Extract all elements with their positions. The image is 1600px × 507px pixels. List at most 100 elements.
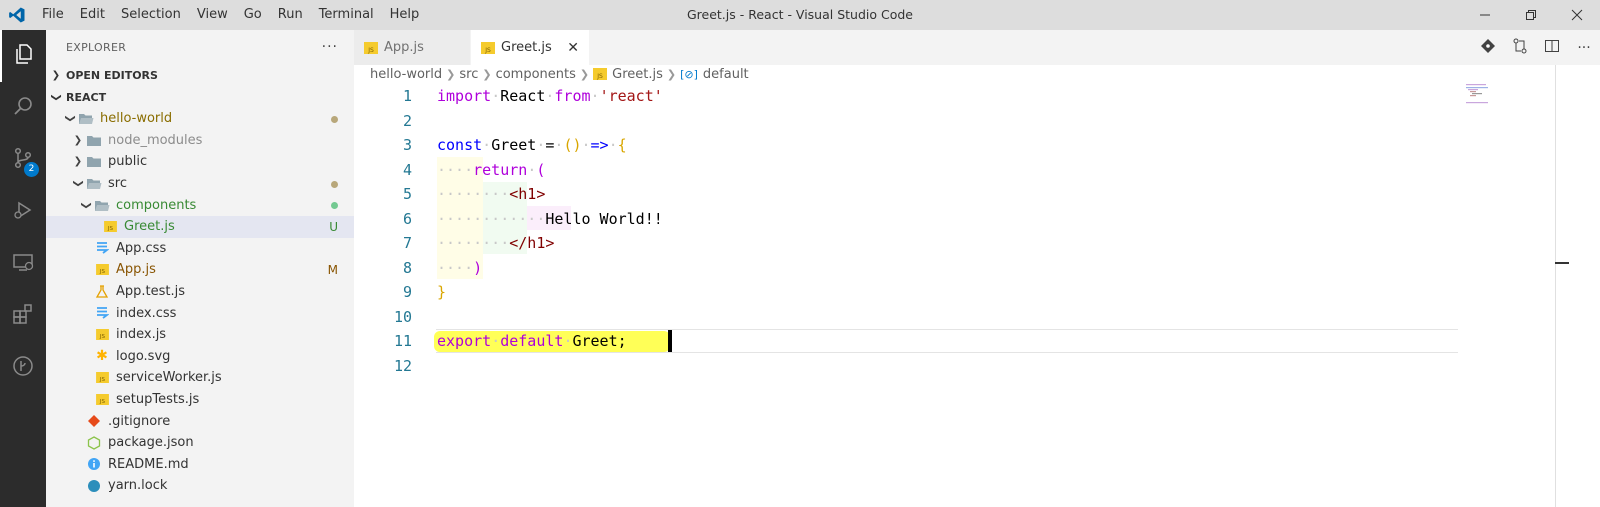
chevron-right-icon: ❯ xyxy=(73,156,83,168)
more-editor-actions-button[interactable]: ··· xyxy=(1568,30,1600,65)
svg-text:JS: JS xyxy=(98,399,105,405)
explorer-header: EXPLORER ··· xyxy=(46,30,354,64)
remote-explorer-activity[interactable] xyxy=(0,238,46,290)
chevron-down-icon: ❯ xyxy=(64,114,76,123)
source-control-activity[interactable]: 2 xyxy=(0,134,46,186)
more-actions-icon[interactable]: ··· xyxy=(322,39,338,55)
tab-greet-js[interactable]: JS Greet.js ✕ xyxy=(471,30,589,65)
tab-app-js[interactable]: JS App.js xyxy=(354,30,470,65)
explorer-title: EXPLORER xyxy=(66,40,127,54)
tree-item[interactable]: ❯ src xyxy=(46,173,354,195)
tree-item-label: .gitignore xyxy=(108,413,171,429)
code-line: export·default·Greet; xyxy=(437,332,627,350)
menu-selection[interactable]: Selection xyxy=(113,0,189,30)
tree-item[interactable]: README.md xyxy=(46,454,354,476)
tree-item[interactable]: JS index.js xyxy=(46,324,354,346)
workspace-section[interactable]: ❯ REACT xyxy=(46,86,354,108)
readme-info-icon xyxy=(86,457,102,471)
js-file-icon: JS xyxy=(102,220,118,234)
tree-item-label: Greet.js xyxy=(124,219,175,235)
menu-help[interactable]: Help xyxy=(382,0,428,30)
menu-terminal[interactable]: Terminal xyxy=(311,0,382,30)
css-file-icon xyxy=(94,306,110,320)
close-window-button[interactable] xyxy=(1554,0,1600,30)
tree-item[interactable]: ❯ components xyxy=(46,194,354,216)
folder-open-icon xyxy=(94,198,110,212)
line-number: 12 xyxy=(393,357,412,375)
svg-text:JS: JS xyxy=(367,47,374,54)
svg-text:JS: JS xyxy=(98,334,105,340)
menu-go[interactable]: Go xyxy=(236,0,270,30)
js-file-icon: JS xyxy=(94,371,110,385)
code-editor[interactable]: 1 2 3 4 5 6 7 8 9 10 11 12 import·React·from·'react… xyxy=(354,84,1460,507)
vertical-scrollbar[interactable] xyxy=(1555,65,1556,507)
chevron-right-icon: ❯ xyxy=(666,67,677,81)
open-editors-section[interactable]: ❯ OPEN EDITORS xyxy=(46,64,354,86)
tree-item[interactable]: .gitignore xyxy=(46,410,354,432)
workspace-label: REACT xyxy=(66,90,107,104)
menu-edit[interactable]: Edit xyxy=(72,0,113,30)
line-number: 9 xyxy=(402,283,412,301)
editor-tab-bar: JS App.js JS Greet.js ✕ ··· xyxy=(354,30,1600,65)
breadcrumb-item[interactable]: hello-world xyxy=(370,67,442,82)
extensions-activity[interactable] xyxy=(0,290,46,342)
tree-item[interactable]: JS Greet.js U xyxy=(46,215,354,238)
tree-item[interactable]: App.css xyxy=(46,238,354,260)
close-icon[interactable]: ✕ xyxy=(567,40,579,56)
js-file-icon: JS xyxy=(593,68,608,80)
tree-item[interactable]: ❯ hello-world xyxy=(46,108,354,130)
tree-item[interactable]: yarn.lock xyxy=(46,475,354,497)
minimize-button[interactable] xyxy=(1462,0,1508,30)
run-debug-activity[interactable] xyxy=(0,186,46,238)
explorer-activity[interactable] xyxy=(0,30,46,82)
title-bar: File Edit Selection View Go Run Terminal Help G… xyxy=(0,0,1600,30)
tree-item-label: setupTests.js xyxy=(116,392,200,408)
search-activity[interactable] xyxy=(0,82,46,134)
tree-item[interactable]: ❯ public xyxy=(46,151,354,173)
chevron-right-icon: ❯ xyxy=(51,69,61,81)
chevron-down-icon: ❯ xyxy=(50,92,62,102)
tree-item[interactable]: ❯ node_modules xyxy=(46,130,354,152)
vscode-logo-icon xyxy=(0,0,34,30)
menu-file[interactable]: File xyxy=(34,0,72,30)
breadcrumb-item[interactable]: default xyxy=(703,67,749,82)
tree-item[interactable]: JS setupTests.js xyxy=(46,389,354,411)
tree-item[interactable]: index.css xyxy=(46,302,354,324)
compare-changes-button[interactable] xyxy=(1504,30,1536,65)
minimap[interactable] xyxy=(1462,80,1552,120)
extensions-icon xyxy=(11,302,35,330)
css-file-icon xyxy=(94,241,110,255)
menu-run[interactable]: Run xyxy=(270,0,311,30)
split-editor-button[interactable] xyxy=(1536,30,1568,65)
git-lens-button[interactable] xyxy=(1472,30,1504,65)
tree-item[interactable]: package.json xyxy=(46,432,354,454)
tree-item[interactable]: ✱ logo.svg xyxy=(46,346,354,368)
compare-icon xyxy=(1512,38,1528,58)
breadcrumb-item[interactable]: src xyxy=(459,67,478,82)
git-status-badge: U xyxy=(329,219,338,234)
code-line: ········</h1> xyxy=(437,234,555,252)
git-graph-activity[interactable] xyxy=(0,342,46,394)
chevron-right-icon: ❯ xyxy=(482,67,492,81)
menu-view[interactable]: View xyxy=(189,0,236,30)
line-number: 2 xyxy=(402,112,412,130)
file-tree: ❯ hello-world ❯ node_modules ❯ public ❯ src ❯ com… xyxy=(46,108,354,497)
code-line: ····return·( xyxy=(437,161,546,179)
restore-button[interactable] xyxy=(1508,0,1554,30)
js-file-icon: JS xyxy=(364,41,378,54)
chevron-right-icon: ❯ xyxy=(73,134,83,146)
debug-icon xyxy=(11,198,35,226)
tree-item[interactable]: JS App.js M xyxy=(46,259,354,281)
breadcrumb-item[interactable]: Greet.js xyxy=(612,67,663,82)
svg-text:JS: JS xyxy=(98,378,105,384)
breadcrumb-item[interactable]: components xyxy=(496,67,576,82)
tree-item[interactable]: App.test.js xyxy=(46,281,354,303)
code-line: import·React·from·'react' xyxy=(437,87,663,105)
tree-item-label: yarn.lock xyxy=(108,478,168,494)
tree-item[interactable]: JS serviceWorker.js xyxy=(46,367,354,389)
line-number: 3 xyxy=(402,136,412,154)
tree-item-label: index.css xyxy=(116,305,177,321)
change-dot-icon xyxy=(331,177,338,191)
tree-item-label: serviceWorker.js xyxy=(116,370,222,386)
folder-open-icon xyxy=(78,112,94,126)
